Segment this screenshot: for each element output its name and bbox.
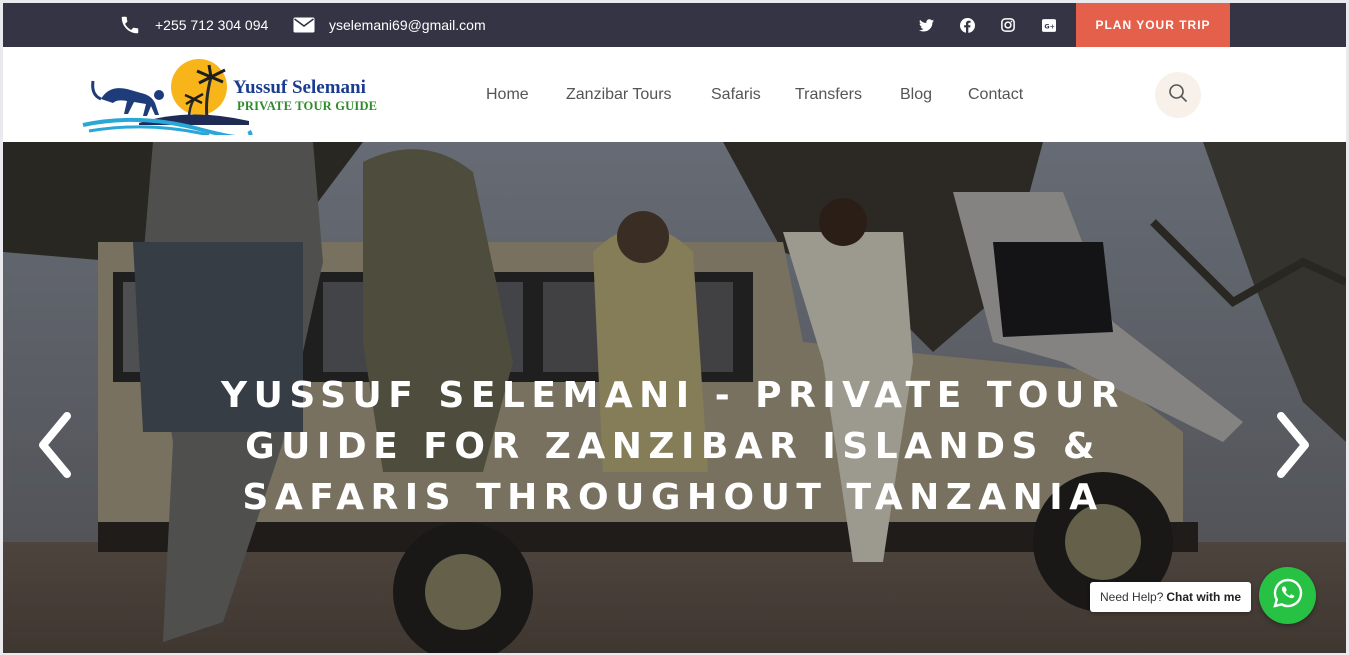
phone-icon [119,14,141,36]
nav-home[interactable]: Home [486,47,529,142]
site-logo[interactable]: Yussuf Selemani PRIVATE TOUR GUIDE [79,55,379,140]
hero-title: YUSSUF SELEMANI - PRIVATE TOUR GUIDE FOR… [221,375,1125,518]
nav-zanzibar-tours[interactable]: Zanzibar Tours [566,47,672,142]
envelope-icon [293,17,315,33]
plan-your-trip-button[interactable]: PLAN YOUR TRIP [1076,3,1230,47]
nav-contact[interactable]: Contact [968,47,1023,142]
site-header: Yussuf Selemani PRIVATE TOUR GUIDE Home … [3,47,1346,142]
slider-next-button[interactable] [1273,411,1313,483]
twitter-icon[interactable] [919,3,934,47]
facebook-icon[interactable] [960,3,975,47]
chevron-left-icon [37,411,73,483]
whatsapp-chat-button[interactable] [1259,567,1316,624]
google-plus-icon[interactable]: G+ [1042,3,1056,47]
phone-contact[interactable]: +255 712 304 094 [119,3,268,47]
chevron-right-icon [1275,411,1311,483]
phone-number: +255 712 304 094 [155,17,269,33]
search-icon [1168,83,1188,108]
nav-safaris[interactable]: Safaris [711,47,761,142]
slider-prev-button[interactable] [35,411,75,483]
logo-title: Yussuf Selemani [233,77,366,98]
email-address: yselemani69@gmail.com [329,17,486,33]
nav-blog[interactable]: Blog [900,47,932,142]
svg-text:G+: G+ [1044,22,1055,30]
hero-slider: YUSSUF SELEMANI - PRIVATE TOUR GUIDE FOR… [3,142,1346,653]
whatsapp-icon [1272,577,1304,614]
chat-help-prefix: Need Help? [1100,590,1164,604]
logo-subtitle: PRIVATE TOUR GUIDE [237,99,378,113]
top-bar: +255 712 304 094 yselemani69@gmail.com G… [3,3,1346,47]
chat-help-action: Chat with me [1166,590,1242,604]
nav-transfers[interactable]: Transfers [795,47,862,142]
page-frame: +255 712 304 094 yselemani69@gmail.com G… [3,3,1346,653]
chat-help-bubble[interactable]: Need Help? Chat with me [1090,582,1252,612]
instagram-icon[interactable] [1001,3,1015,47]
email-contact[interactable]: yselemani69@gmail.com [293,3,486,47]
search-button[interactable] [1155,72,1201,118]
